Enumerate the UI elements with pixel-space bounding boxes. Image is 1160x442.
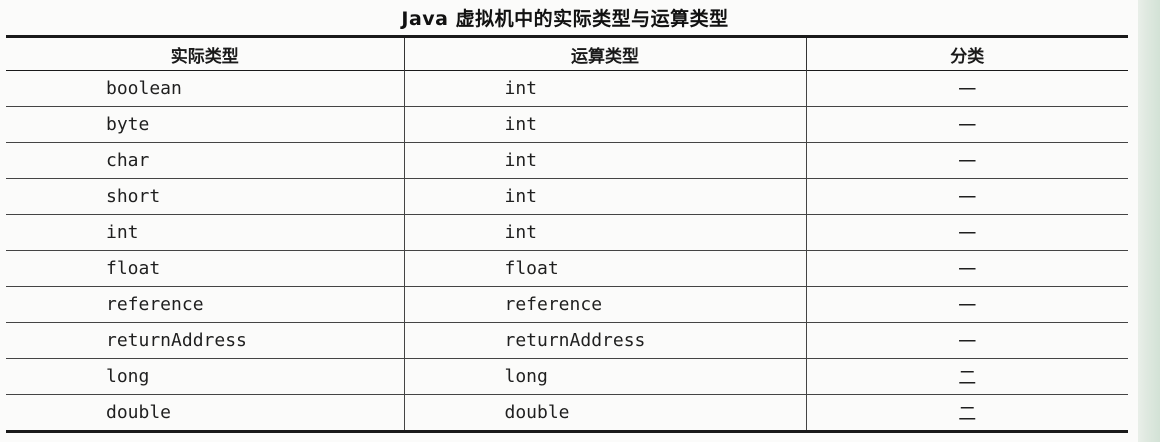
type-table: 实际类型 运算类型 分类 boolean int 一 byte int 一 ch… (6, 35, 1128, 433)
cell-actual-type: reference (6, 286, 404, 323)
header-category: 分类 (805, 36, 1128, 71)
table-header-row: 实际类型 运算类型 分类 (6, 36, 1128, 71)
cell-category: 一 (805, 286, 1128, 323)
cell-computational-type: reference (403, 286, 806, 323)
cell-category: 一 (805, 106, 1128, 143)
cell-computational-type: long (403, 358, 806, 395)
cell-computational-type: int (403, 142, 806, 179)
cell-actual-type: float (6, 250, 404, 287)
table-row: char int 一 (6, 142, 1128, 179)
table-row: short int 一 (6, 178, 1128, 215)
cell-actual-type: int (6, 214, 404, 251)
cell-category: 一 (805, 250, 1128, 287)
cell-actual-type: boolean (106, 78, 182, 99)
cell-computational-type: int (403, 214, 806, 251)
cell-computational-type: int (403, 178, 806, 215)
header-actual-type: 实际类型 (170, 46, 239, 67)
cell-computational-type: double (403, 394, 806, 432)
table-row: float float 一 (6, 250, 1128, 287)
cell-category: 二 (805, 358, 1128, 395)
table-row: reference reference 一 (6, 286, 1128, 323)
cell-actual-type: double (6, 394, 404, 432)
table-row: double double 二 (6, 394, 1128, 432)
table-title: Java 虚拟机中的实际类型与运算类型 (401, 8, 729, 30)
cell-category: 一 (805, 322, 1128, 359)
cell-actual-type: returnAddress (6, 322, 404, 359)
table-row: byte int 一 (6, 106, 1128, 143)
cell-actual-type: short (6, 178, 404, 215)
cell-category: 一 (805, 70, 1128, 107)
cell-category: 二 (805, 394, 1128, 432)
table-row: returnAddress returnAddress 一 (6, 322, 1128, 359)
cell-actual-type: long (6, 358, 404, 395)
document-page: Java 虚拟机中的实际类型与运算类型 实际类型 运算类型 分类 boolean… (0, 0, 1160, 442)
cell-actual-type: char (6, 142, 404, 179)
table-row: int int 一 (6, 214, 1128, 251)
cell-computational-type: float (403, 250, 806, 287)
cell-category: 一 (805, 178, 1128, 215)
table-row: long long 二 (6, 358, 1128, 395)
cell-category: 一 (805, 214, 1128, 251)
cell-computational-type: returnAddress (403, 322, 806, 359)
cell-actual-type: byte (6, 106, 404, 143)
page-edge-shadow (1138, 0, 1160, 442)
cell-category: 一 (805, 142, 1128, 179)
table-row: boolean int 一 (6, 70, 1128, 107)
cell-computational-type: int (403, 106, 806, 143)
cell-computational-type: int (403, 70, 806, 107)
header-computational-type: 运算类型 (403, 36, 806, 71)
